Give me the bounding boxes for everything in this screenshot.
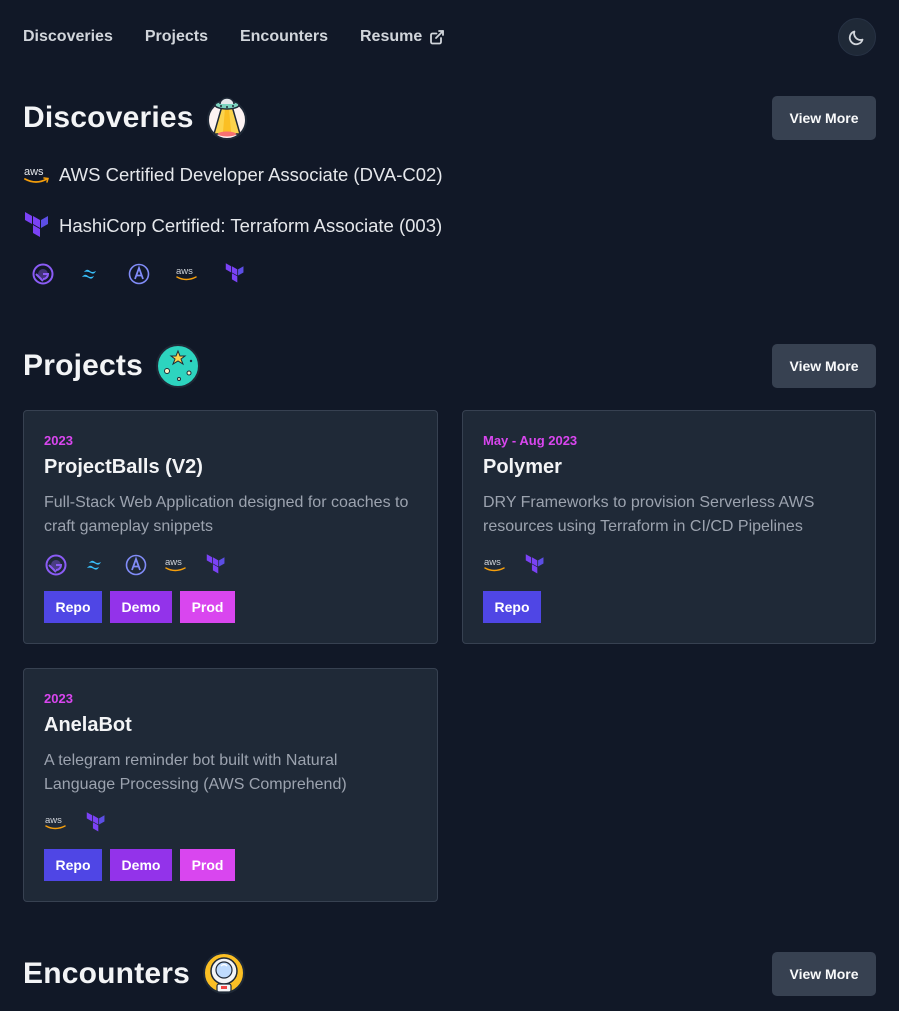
discoveries-header: Discoveries View More: [23, 94, 876, 142]
project-description: DRY Frameworks to provision Serverless A…: [483, 491, 855, 539]
project-description-line: resources using Terraform in CI/CD Pipel…: [483, 518, 803, 535]
project-card-polymer: May - Aug 2023 Polymer DRY Frameworks to…: [462, 410, 876, 644]
tailwind-icon: [79, 262, 103, 286]
terraform-icon: [223, 262, 247, 286]
nav-link-projects[interactable]: Projects: [145, 28, 208, 46]
project-card-anelabot: 2023 AnelaBot A telegram reminder bot bu…: [23, 668, 438, 902]
nav-link-encounters[interactable]: Encounters: [240, 28, 328, 46]
svg-text:aws: aws: [165, 557, 182, 568]
gatsby-icon: [44, 553, 68, 577]
project-date: 2023: [44, 691, 73, 706]
project-buttons: Repo: [483, 591, 549, 623]
cert-label: HashiCorp Certified: Terraform Associate…: [59, 215, 443, 236]
project-date: 2023: [44, 433, 73, 448]
terraform-icon: [523, 553, 547, 577]
project-description-line: Language Processing (AWS Comprehend): [44, 776, 347, 793]
project-tech-row: aws: [483, 553, 563, 577]
theme-toggle-button[interactable]: [838, 18, 876, 56]
nav-link-resume-label: Resume: [360, 28, 423, 45]
discoveries-title: Discoveries: [23, 101, 194, 134]
project-title: AnelaBot: [44, 714, 132, 736]
projects-view-more-button[interactable]: View More: [772, 344, 876, 388]
project-description: A telegram reminder bot built with Natur…: [44, 749, 417, 797]
prod-button[interactable]: Prod: [180, 849, 235, 881]
nav-link-discoveries[interactable]: Discoveries: [23, 28, 113, 46]
project-description-line: A telegram reminder bot built with Natur…: [44, 752, 338, 769]
project-buttons: Repo Demo Prod: [44, 849, 243, 881]
svg-text:aws: aws: [176, 266, 193, 277]
project-description-line: DRY Frameworks to provision Serverless A…: [483, 494, 815, 511]
svg-text:aws: aws: [484, 557, 501, 568]
encounters-title: Encounters: [23, 957, 191, 990]
terraform-icon: [23, 212, 51, 240]
project-tech-row: aws: [44, 811, 124, 835]
astronaut-icon: [202, 951, 246, 997]
cert-item-aws: aws AWS Certified Developer Associate (D…: [23, 164, 443, 186]
project-card-projectballs: 2023 ProjectBalls (V2) Full-Stack Web Ap…: [23, 410, 438, 644]
svg-text:aws: aws: [24, 166, 44, 178]
projects-title: Projects: [23, 349, 143, 382]
aws-icon: aws: [164, 553, 188, 577]
project-title: ProjectBalls (V2): [44, 456, 203, 478]
aws-icon: aws: [44, 811, 68, 835]
encounters-header: Encounters View More: [23, 950, 876, 998]
terraform-icon: [84, 811, 108, 835]
cert-label: AWS Certified Developer Associate (DVA-C…: [59, 164, 443, 185]
terraform-icon: [204, 553, 228, 577]
svg-text:aws: aws: [45, 815, 62, 826]
discoveries-view-more-button[interactable]: View More: [772, 96, 876, 140]
project-buttons: Repo Demo Prod: [44, 591, 243, 623]
demo-button[interactable]: Demo: [110, 591, 172, 623]
repo-button[interactable]: Repo: [483, 591, 541, 623]
cert-item-terraform: HashiCorp Certified: Terraform Associate…: [23, 212, 442, 240]
repo-button[interactable]: Repo: [44, 591, 102, 623]
aws-icon: aws: [483, 553, 507, 577]
project-description-line: craft gameplay snippets: [44, 518, 213, 535]
moon-icon: [847, 27, 867, 47]
aws-icon: aws: [23, 165, 51, 185]
apollo-icon: [127, 262, 151, 286]
repo-button[interactable]: Repo: [44, 849, 102, 881]
prod-button[interactable]: Prod: [180, 591, 235, 623]
nav-link-resume[interactable]: Resume: [360, 28, 445, 46]
top-nav: Discoveries Projects Encounters Resume: [23, 0, 876, 74]
ufo-icon: [206, 96, 248, 140]
external-link-icon: [429, 29, 445, 45]
project-description: Full-Stack Web Application designed for …: [44, 491, 417, 539]
projects-header: Projects View More: [23, 342, 876, 390]
planet-icon: [155, 343, 201, 389]
page: Discoveries Projects Encounters Resume D…: [0, 0, 899, 1011]
discoveries-tech-row: aws: [31, 262, 271, 286]
project-date: May - Aug 2023: [483, 433, 578, 448]
aws-icon: aws: [175, 262, 199, 286]
project-tech-row: aws: [44, 553, 244, 577]
project-title: Polymer: [483, 456, 562, 478]
apollo-icon: [124, 553, 148, 577]
demo-button[interactable]: Demo: [110, 849, 172, 881]
encounters-view-more-button[interactable]: View More: [772, 952, 876, 996]
gatsby-icon: [31, 262, 55, 286]
tailwind-icon: [84, 553, 108, 577]
project-description-line: Full-Stack Web Application designed for …: [44, 494, 409, 511]
